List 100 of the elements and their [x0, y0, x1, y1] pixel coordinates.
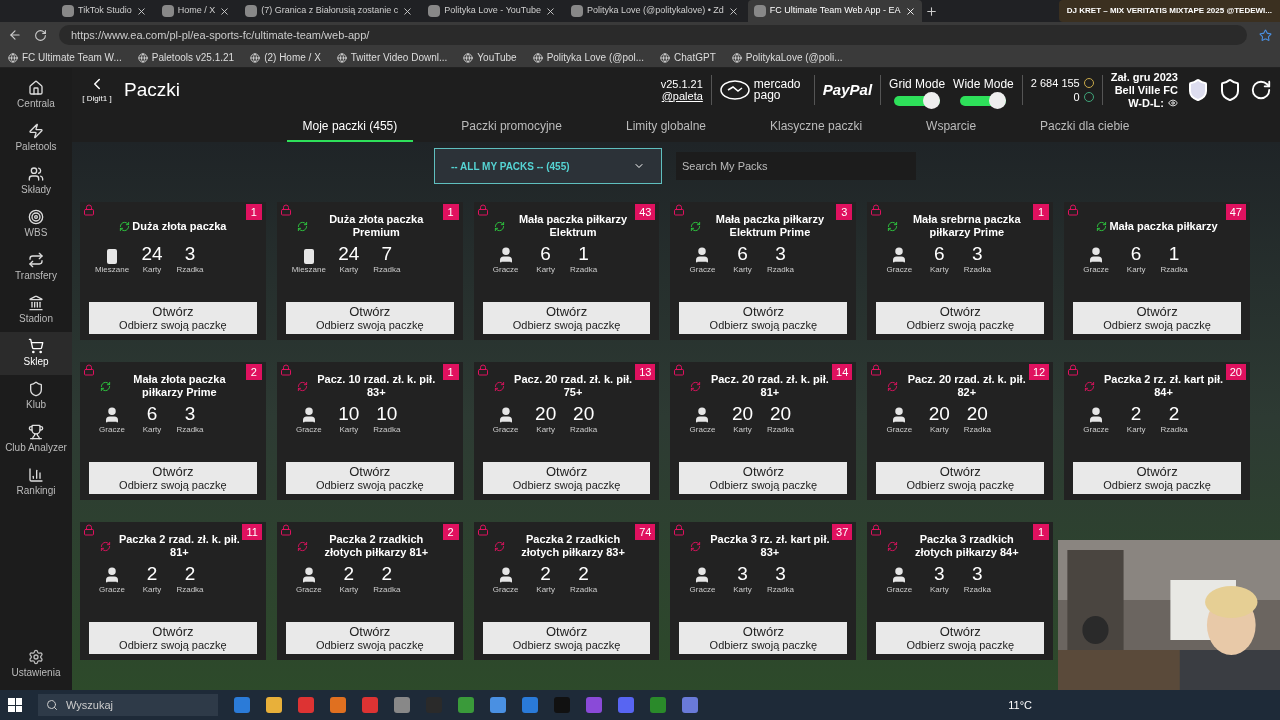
browser-tab[interactable]: Polityka Love (@politykalove) • Zd — [565, 0, 745, 22]
start-icon[interactable] — [8, 698, 22, 712]
rarity-count: 20 — [966, 404, 988, 424]
open-pack-button[interactable]: Otwórz Odbierz swoją paczkę — [285, 462, 454, 494]
close-icon[interactable] — [402, 5, 414, 17]
bookmark-link[interactable]: Paletools v25.1.21 — [151, 50, 235, 65]
club-name: Bell Ville FC — [1114, 83, 1178, 97]
cards-label: Karty — [536, 584, 555, 596]
open-pack-button[interactable]: Otwórz Odbierz swoją paczkę — [89, 462, 257, 494]
nav-icon — [28, 424, 44, 440]
browser-tab[interactable]: TikTok Studio — [56, 0, 153, 22]
globe-icon — [8, 52, 18, 63]
sidebar-item[interactable]: Transfery — [0, 246, 72, 289]
new-tab-icon[interactable] — [924, 5, 938, 18]
card-count: 2 — [343, 564, 355, 584]
mode-switch[interactable] — [960, 95, 1007, 106]
author-link[interactable]: @paleta — [661, 90, 703, 102]
taskbar-search[interactable]: Wyszukaj — [38, 694, 218, 716]
browser-tab[interactable]: (7) Granica z Białorusią zostanie c — [239, 0, 420, 22]
reload-icon[interactable] — [34, 28, 47, 42]
pack-count: 1 — [245, 204, 262, 220]
open-pack-button[interactable]: Otwórz Odbierz swoją paczkę — [482, 302, 651, 334]
globe-icon — [731, 52, 742, 63]
sidebar-item[interactable]: Club Analyzer — [0, 418, 72, 461]
open-pack-button[interactable]: Otwórz Odbierz swoją paczkę — [876, 302, 1045, 334]
bookmark-link[interactable]: Twitter Video Downl... — [350, 50, 448, 65]
close-icon[interactable] — [904, 5, 916, 17]
open-pack-button[interactable]: Otwórz Odbierz swoją paczkę — [1073, 302, 1241, 334]
nav-tab[interactable]: Wsparcie — [910, 112, 993, 142]
nav-tab[interactable]: Klasyczne paczki — [754, 112, 879, 142]
globe-icon — [137, 52, 148, 63]
close-icon[interactable] — [727, 5, 739, 17]
open-pack-button[interactable]: Otwórz Odbierz swoją paczkę — [89, 622, 257, 654]
favorite-icon[interactable] — [1259, 28, 1272, 42]
pack-title: Pacz. 20 rzad. zł. k. pił. 82+ — [906, 373, 1027, 399]
open-pack-button[interactable]: Otwórz Odbierz swoją paczkę — [679, 462, 848, 494]
bookmark-link[interactable]: FC Ultimate Team W... — [22, 50, 122, 65]
close-icon[interactable] — [135, 5, 147, 17]
nav-tab[interactable]: Paczki promocyjne — [445, 112, 578, 142]
browser-tab[interactable]: Home / X — [155, 0, 237, 22]
pack-count: 43 — [635, 204, 656, 220]
open-pack-button[interactable]: Otwórz Odbierz swoją paczkę — [482, 622, 651, 654]
bookmark-link[interactable]: YouTube — [477, 50, 517, 65]
open-pack-button[interactable]: Otwórz Odbierz swoją paczkę — [679, 302, 848, 334]
nav-tab[interactable]: Paczki dla ciebie — [1024, 112, 1146, 142]
mercado-pago-logo[interactable]: mercado pago — [719, 79, 806, 101]
pack-type-label: Gracze — [99, 584, 125, 596]
pack-type-label: Gracze — [689, 264, 716, 276]
pack-type-label: Gracze — [492, 264, 519, 276]
sync-icon[interactable] — [1250, 79, 1272, 101]
pack-count: 2 — [442, 524, 459, 540]
open-pack-button[interactable]: Otwórz Odbierz swoją paczkę — [285, 622, 454, 654]
open-pack-button[interactable]: Otwórz Odbierz swoją paczkę — [679, 622, 848, 654]
sidebar-item[interactable]: Paletools — [0, 117, 72, 160]
sidebar-item[interactable]: Klub — [0, 375, 72, 418]
sidebar-item[interactable]: Centrala — [0, 74, 72, 117]
pack-type-label: Gracze — [689, 424, 716, 436]
pack-count: 37 — [832, 524, 853, 540]
nav-tab[interactable]: Limity globalne — [609, 112, 722, 142]
rarity-label: Rzadka — [963, 424, 991, 436]
open-pack-button[interactable]: Otwórz Odbierz swoją paczkę — [876, 622, 1045, 654]
badge-icon[interactable] — [1218, 78, 1242, 102]
sidebar-item[interactable]: Stadion — [0, 289, 72, 332]
sidebar-item[interactable]: Sklep — [0, 332, 72, 375]
lock-icon — [1067, 364, 1080, 376]
pack-filter-select[interactable]: -- ALL MY PACKS -- (455) — [434, 148, 662, 184]
lock-icon — [476, 204, 489, 216]
bookmark-link[interactable]: PolitykaLove (@poli... — [745, 50, 843, 65]
crest-icon[interactable] — [1186, 78, 1210, 102]
address-bar[interactable]: https://www.ea.com/pl-pl/ea-sports-fc/ultimate-team/web-app/ — [59, 25, 1247, 45]
browser-tab[interactable]: Polityka Love - YouTube — [422, 0, 562, 22]
search-field[interactable]: Search My Packs — [676, 152, 916, 180]
back-button[interactable]: [ Digit1 ] — [82, 75, 112, 105]
sidebar-item[interactable]: WBS — [0, 203, 72, 246]
mode-switch[interactable] — [894, 95, 941, 106]
bookmark-link[interactable]: (2) Home / X — [264, 50, 321, 65]
close-icon[interactable] — [219, 5, 231, 17]
sidebar-item[interactable]: Rankingi — [0, 461, 72, 504]
card-count: 20 — [928, 404, 950, 424]
club-since: Zał. gru 2023 — [1110, 70, 1178, 84]
lock-icon — [673, 524, 686, 536]
open-pack-button[interactable]: Otwórz Odbierz swoją paczkę — [89, 302, 257, 334]
pack-type-label: Mieszane — [291, 264, 326, 276]
player-icon — [103, 406, 121, 424]
open-pack-button[interactable]: Otwórz Odbierz swoją paczkę — [482, 462, 651, 494]
cards-label: Karty — [930, 424, 949, 436]
browser-tab[interactable]: FC Ultimate Team Web App - EA — [747, 0, 922, 22]
open-pack-button[interactable]: Otwórz Odbierz swoją paczkę — [1073, 462, 1241, 494]
back-icon[interactable] — [8, 28, 22, 42]
close-icon[interactable] — [545, 5, 556, 17]
open-pack-button[interactable]: Otwórz Odbierz swoją paczkę — [876, 462, 1045, 494]
settings-item[interactable]: Ustawienia — [11, 649, 61, 680]
open-pack-button[interactable]: Otwórz Odbierz swoją paczkę — [285, 302, 454, 334]
pack-count: 2 — [245, 364, 262, 380]
bookmark-link[interactable]: ChatGPT — [674, 50, 716, 65]
paypal-logo[interactable]: PayPal — [822, 78, 873, 102]
bookmark-link[interactable]: Polityka Love (@pol... — [546, 50, 645, 65]
sidebar-item[interactable]: Składy — [0, 160, 72, 203]
eye-icon[interactable] — [1168, 98, 1178, 108]
rarity-count: 3 — [972, 244, 983, 264]
